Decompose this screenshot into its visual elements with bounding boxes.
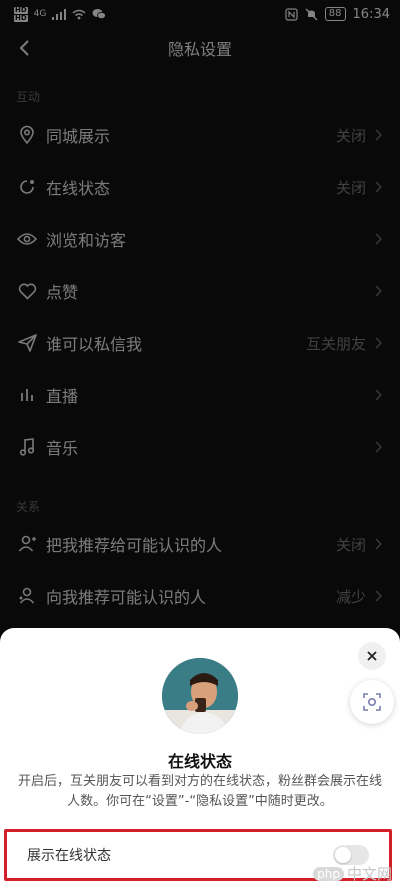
close-icon: [367, 651, 377, 661]
avatar-image: [162, 658, 238, 734]
close-button[interactable]: [358, 642, 386, 670]
watermark: php 中文网: [313, 863, 392, 884]
avatar: [162, 658, 238, 734]
scan-icon: [363, 693, 381, 711]
toggle-label: 展示在线状态: [27, 848, 111, 864]
toggle-knob: [335, 847, 351, 863]
watermark-text: 中文网: [346, 865, 392, 883]
online-status-toggle[interactable]: [333, 845, 369, 865]
scan-button[interactable]: [350, 680, 394, 724]
watermark-logo: php: [313, 866, 344, 881]
sheet-description: 开启后，互关朋友可以看到对方的在线状态，粉丝群会展示在线人数。你可在“设置”-“…: [17, 774, 382, 809]
sheet-title: 在线状态: [167, 752, 232, 771]
online-status-sheet: 在线状态 开启后，互关朋友可以看到对方的在线状态，粉丝群会展示在线人数。你可在“…: [0, 628, 400, 888]
